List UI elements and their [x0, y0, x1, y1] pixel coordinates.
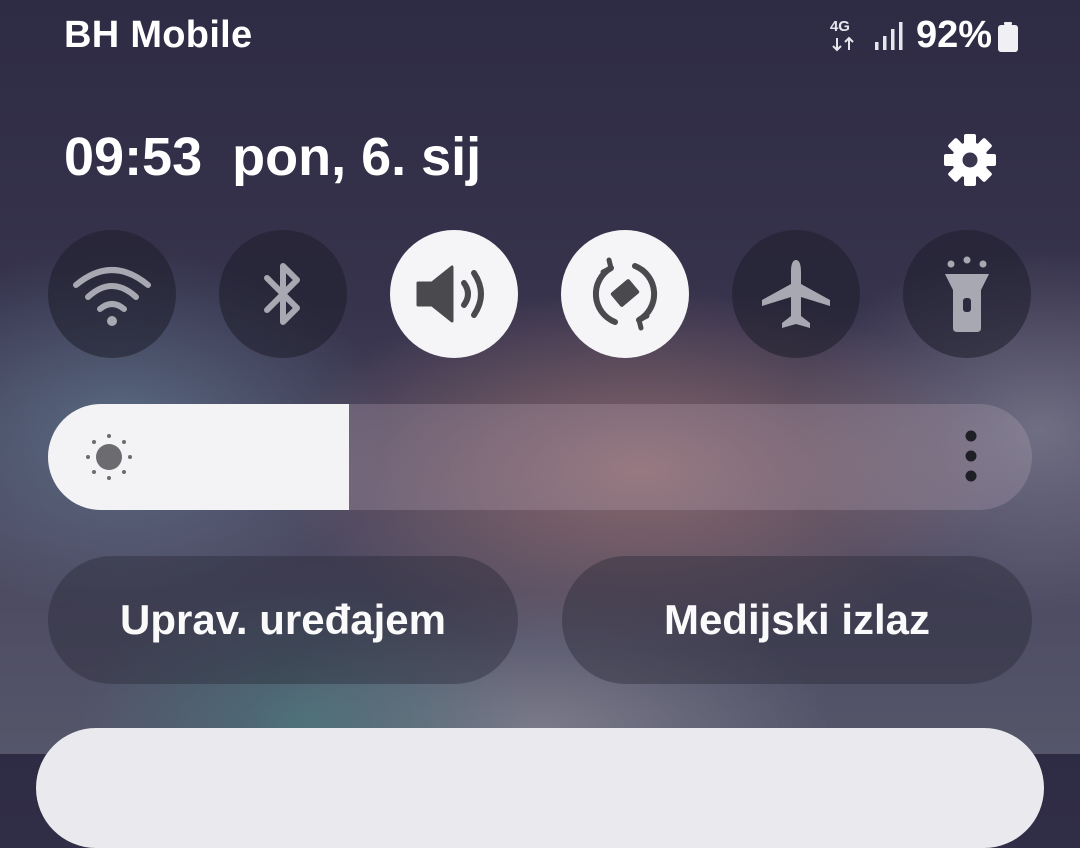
- clock-time: 09:53: [64, 127, 203, 187]
- signal-icon: [874, 21, 903, 50]
- flashlight-icon: [945, 256, 989, 332]
- date-time: 09:53 pon, 6. sij: [64, 126, 481, 188]
- settings-button[interactable]: [940, 130, 1000, 190]
- brightness-menu-button[interactable]: [958, 430, 984, 484]
- flashlight-toggle[interactable]: [903, 230, 1031, 358]
- gear-icon: [944, 134, 996, 186]
- bluetooth-toggle[interactable]: [219, 230, 347, 358]
- data-arrows-icon: [832, 36, 854, 51]
- brightness-slider[interactable]: [48, 404, 1032, 510]
- wifi-toggle[interactable]: [48, 230, 176, 358]
- wifi-icon: [73, 267, 151, 326]
- airplane-mode-toggle[interactable]: [732, 230, 860, 358]
- battery-percent: 92%: [915, 14, 992, 56]
- network-type-label: 4G: [829, 17, 850, 35]
- status-bar: BH Mobile 4G 92%: [0, 0, 1080, 72]
- battery-icon: [998, 21, 1018, 52]
- auto-rotate-icon: [592, 257, 658, 331]
- status-icons: 4G 92%: [830, 14, 1018, 57]
- network-indicator: 4G: [830, 16, 860, 56]
- media-output-button[interactable]: Medijski izlaz: [562, 556, 1032, 684]
- media-card[interactable]: [36, 728, 1044, 848]
- quick-settings-tiles: [48, 230, 1032, 358]
- sound-toggle[interactable]: [390, 230, 518, 358]
- date-label: pon, 6. sij: [232, 127, 482, 187]
- device-control-button[interactable]: Uprav. uređajem: [48, 556, 518, 684]
- carrier-name: BH Mobile: [64, 14, 253, 56]
- more-vertical-icon: [965, 430, 977, 482]
- sun-icon: [86, 434, 132, 480]
- auto-rotate-toggle[interactable]: [561, 230, 689, 358]
- sound-icon: [416, 265, 484, 323]
- bluetooth-icon: [264, 263, 300, 325]
- airplane-icon: [762, 260, 830, 328]
